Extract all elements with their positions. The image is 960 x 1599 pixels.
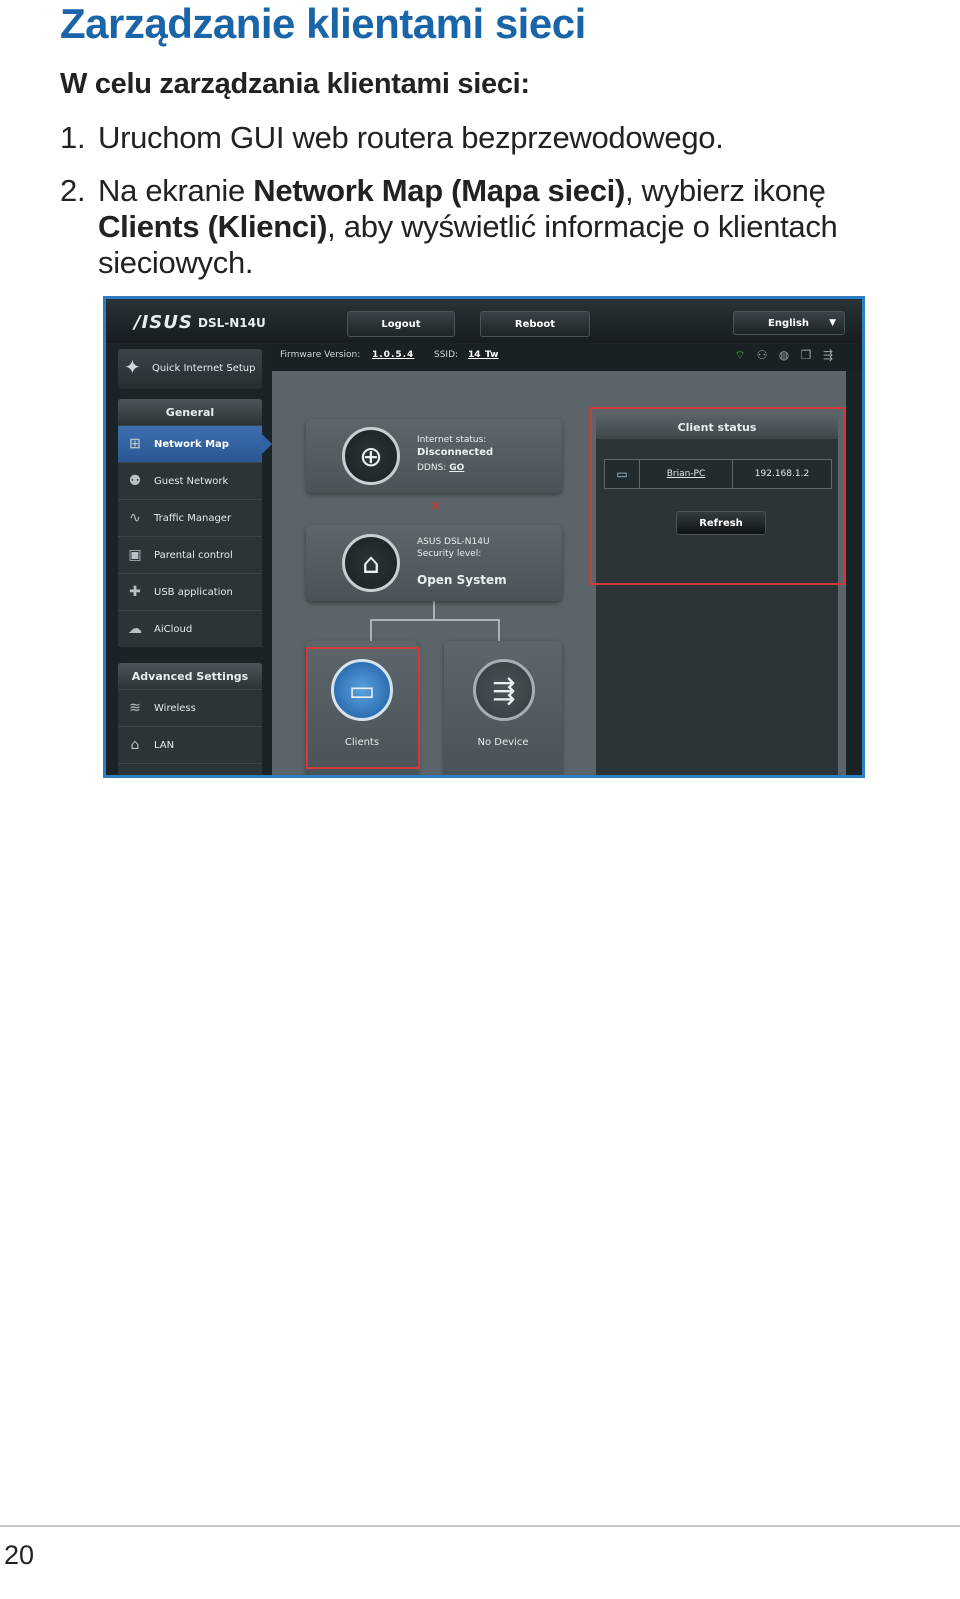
- internet-status-value: Disconnected: [417, 447, 494, 458]
- ddns-line: DDNS: GO: [417, 463, 464, 473]
- router-icon: ⌂: [342, 534, 400, 592]
- language-select[interactable]: English ▼: [733, 311, 845, 335]
- language-value: English: [768, 317, 810, 329]
- network-map-panel: ⊕ Internet status: Disconnected DDNS: GO…: [272, 371, 846, 775]
- wifi-icon: ≋: [129, 700, 141, 716]
- reboot-button[interactable]: Reboot: [480, 311, 590, 337]
- copy-status-icon[interactable]: ❐: [798, 347, 814, 363]
- sidebar-item-wan[interactable]: ◍: [118, 763, 262, 775]
- puzzle-icon: ✚: [129, 584, 141, 600]
- wifi-status-icon[interactable]: ⌔: [732, 347, 748, 363]
- step-text-part: Na ekranie: [98, 173, 254, 208]
- users-status-icon[interactable]: ⚇: [754, 347, 770, 363]
- sidebar-item-wireless[interactable]: ≋ Wireless: [118, 689, 262, 726]
- step-bold-network-map: Network Map (Mapa sieci): [253, 173, 626, 208]
- step-text-part: , wybierz ikonę: [625, 173, 826, 208]
- sidebar-item-label: Parental control: [154, 549, 233, 561]
- internet-status-label: Internet status:: [417, 435, 487, 445]
- connector-line: [370, 619, 372, 641]
- firmware-label: Firmware Version:: [280, 350, 361, 360]
- sidebar-item-label: AiCloud: [154, 623, 193, 635]
- connector-line: [370, 619, 498, 621]
- quick-internet-setup-button[interactable]: ✦ Quick Internet Setup: [118, 349, 262, 389]
- globe-icon: ◍: [122, 774, 148, 775]
- home-icon: ⌂: [130, 737, 140, 753]
- ddns-label: DDNS:: [417, 463, 447, 473]
- connector-line: [433, 601, 435, 619]
- step-number: 1.: [60, 120, 86, 155]
- page-number: 20: [4, 1540, 35, 1570]
- magic-wand-icon: ✦: [124, 355, 141, 379]
- globe-status-icon[interactable]: ◍: [776, 347, 792, 363]
- step-number: 2.: [60, 173, 86, 208]
- asus-logo: /ISUS: [134, 312, 193, 333]
- sidebar-item-label: LAN: [154, 739, 175, 751]
- router-screenshot: /ISUS DSL-N14U Logout Reboot English ▼ ✦ …: [103, 296, 865, 778]
- sidebar-item-usb-application[interactable]: ✚ USB application: [118, 573, 262, 610]
- step-text: Uruchom GUI web routera bezprzewodowego.: [98, 120, 724, 155]
- security-level-label: Security level:: [417, 549, 482, 559]
- lock-icon: ▣: [128, 547, 142, 563]
- page-subtitle: W celu zarządzania klientami sieci:: [60, 68, 530, 100]
- chevron-down-icon: ▼: [829, 318, 836, 328]
- sidebar-item-label: Wireless: [154, 702, 196, 714]
- sidebar-item-aicloud[interactable]: ☁ AiCloud: [118, 610, 262, 647]
- usb-icon: ⇶: [473, 659, 535, 721]
- client-status-highlight-box: [590, 407, 846, 585]
- globe-icon: ⊕: [342, 427, 400, 485]
- ddns-go-link[interactable]: GO: [449, 463, 464, 473]
- usb-card[interactable]: ⇶ No Device: [444, 641, 562, 775]
- quick-setup-label: Quick Internet Setup: [152, 363, 256, 374]
- usb-device-label: No Device: [477, 737, 529, 748]
- footer-divider: [0, 1525, 960, 1527]
- disconnected-x-icon: ✕: [430, 499, 442, 515]
- router-card[interactable]: ⌂ ASUS DSL-N14U Security level: Open Sys…: [306, 525, 562, 601]
- security-level-value: Open System: [417, 573, 507, 587]
- clients-highlight-box: [306, 647, 420, 769]
- internet-card[interactable]: ⊕ Internet status: Disconnected DDNS: GO: [306, 419, 562, 493]
- traffic-manager-icon: ∿: [129, 510, 141, 526]
- router-info-bar: Firmware Version: 1.0.5.4 SSID: 14_Tw ⌔ …: [272, 343, 862, 371]
- ssid-label: SSID:: [434, 350, 459, 360]
- sidebar-general: General ⊞ Network Map ⚉ Guest Network ∿ …: [118, 399, 272, 647]
- sidebar-item-network-map[interactable]: ⊞ Network Map: [118, 425, 272, 462]
- firmware-link[interactable]: 1.0.5.4: [372, 350, 414, 360]
- sidebar-item-guest-network[interactable]: ⚉ Guest Network: [118, 462, 262, 499]
- sidebar-header-general: General: [118, 399, 262, 425]
- network-map-icon: ⊞: [129, 436, 141, 452]
- cloud-icon: ☁: [128, 621, 142, 637]
- step-bold-clients: Clients (Klienci): [98, 209, 328, 244]
- sidebar-item-label: Network Map: [154, 438, 229, 450]
- router-topbar: /ISUS DSL-N14U Logout Reboot English ▼: [106, 299, 862, 343]
- page-title: Zarządzanie klientami sieci: [60, 0, 586, 47]
- sidebar-item-label: USB application: [154, 586, 233, 598]
- logout-button[interactable]: Logout: [347, 311, 455, 337]
- guest-network-icon: ⚉: [128, 473, 142, 489]
- sidebar-advanced: Advanced Settings ≋ Wireless ⌂ LAN ◍: [118, 663, 262, 775]
- ssid-link[interactable]: 14_Tw: [468, 350, 499, 360]
- sidebar-item-label: Guest Network: [154, 475, 229, 487]
- connector-line: [498, 619, 500, 641]
- sidebar-item-traffic-manager[interactable]: ∿ Traffic Manager: [118, 499, 262, 536]
- sidebar-item-lan[interactable]: ⌂ LAN: [118, 726, 262, 763]
- step-text: Na ekranie Network Map (Mapa sieci), wyb…: [98, 173, 928, 281]
- usb-status-icon[interactable]: ⇶: [820, 347, 836, 363]
- sidebar-item-label: Traffic Manager: [154, 512, 232, 524]
- router-model-label: ASUS DSL-N14U: [417, 537, 490, 547]
- router-model-name: DSL-N14U: [198, 316, 266, 330]
- status-icons: ⌔ ⚇ ◍ ❐ ⇶: [732, 347, 836, 363]
- sidebar-header-advanced: Advanced Settings: [118, 663, 262, 689]
- sidebar-item-parental-control[interactable]: ▣ Parental control: [118, 536, 262, 573]
